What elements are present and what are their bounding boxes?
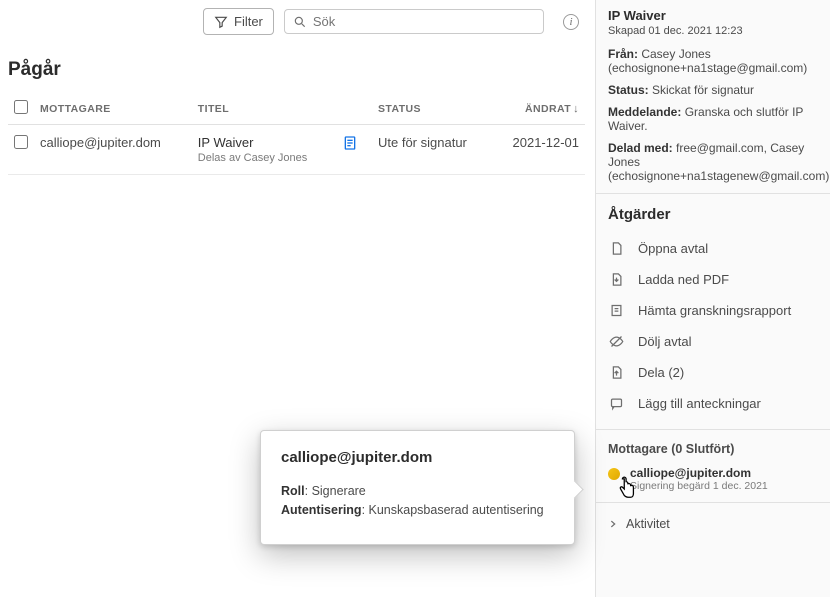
recipient-date: Signering begärd 1 dec. 2021: [630, 480, 768, 492]
sort-arrow-icon: ↓: [573, 103, 579, 115]
filter-button[interactable]: Filter: [203, 8, 274, 35]
col-modified[interactable]: ÄNDRAT↓: [492, 93, 585, 125]
download-icon: [608, 272, 624, 287]
eye-off-icon: [608, 334, 624, 349]
document-icon: [342, 135, 366, 151]
cell-modified: 2021-12-01: [492, 125, 585, 175]
recipient-email: calliope@jupiter.dom: [630, 466, 768, 480]
select-all-checkbox[interactable]: [14, 100, 28, 114]
status-dot-icon: [608, 468, 620, 480]
col-status[interactable]: STATUS: [372, 93, 492, 125]
tooltip-role: Roll: Signerare: [281, 484, 554, 498]
action-download[interactable]: Ladda ned PDF: [608, 264, 818, 295]
recipient-tooltip: calliope@jupiter.dom Roll: Signerare Aut…: [260, 430, 575, 545]
funnel-icon: [214, 15, 228, 29]
search-input[interactable]: [313, 14, 535, 29]
actions-heading: Åtgärder: [608, 206, 818, 223]
note-icon: [608, 396, 624, 411]
action-hide[interactable]: Dölj avtal: [608, 326, 818, 357]
tooltip-auth: Autentisering: Kunskapsbaserad autentise…: [281, 503, 554, 517]
section-heading: Pågår: [8, 59, 585, 81]
col-recipient[interactable]: MOTTAGARE: [34, 93, 192, 125]
cell-title: IP Waiver Delas av Casey Jones: [192, 125, 336, 175]
info-icon[interactable]: i: [563, 14, 579, 30]
cell-recipient: calliope@jupiter.dom: [34, 125, 192, 175]
row-checkbox[interactable]: [14, 135, 28, 149]
detail-panel: IP Waiver Skapad 01 dec. 2021 12:23 Från…: [595, 0, 830, 597]
search-field[interactable]: [284, 9, 544, 34]
filter-label: Filter: [234, 14, 263, 29]
detail-title: IP Waiver: [608, 8, 818, 23]
detail-message: Meddelande: Granska och slutför IP Waive…: [608, 105, 818, 133]
tooltip-email: calliope@jupiter.dom: [281, 449, 554, 466]
action-share[interactable]: Dela (2): [608, 357, 818, 388]
action-audit[interactable]: Hämta granskningsrapport: [608, 295, 818, 326]
detail-shared: Delad med: free@gmail.com, Casey Jones (…: [608, 141, 818, 183]
report-icon: [608, 303, 624, 318]
recipients-heading: Mottagare (0 Slutfört): [608, 442, 818, 456]
detail-from: Från: Casey Jones (echosignone+na1stage@…: [608, 47, 818, 75]
cell-status: Ute för signatur: [372, 125, 492, 175]
action-notes[interactable]: Lägg till anteckningar: [608, 388, 818, 419]
document-outline-icon: [608, 241, 624, 256]
activity-toggle[interactable]: Aktivitet: [608, 513, 818, 535]
detail-created: Skapad 01 dec. 2021 12:23: [608, 25, 818, 37]
search-icon: [293, 15, 307, 29]
detail-status: Status: Skickat för signatur: [608, 83, 818, 97]
chevron-right-icon: [608, 519, 618, 529]
recipient-item[interactable]: calliope@jupiter.dom Signering begärd 1 …: [608, 466, 818, 492]
table-row[interactable]: calliope@jupiter.dom IP Waiver Delas av …: [8, 125, 585, 175]
col-title[interactable]: TITEL: [192, 93, 336, 125]
action-open[interactable]: Öppna avtal: [608, 233, 818, 264]
agreements-table: MOTTAGARE TITEL STATUS ÄNDRAT↓ calliope@…: [8, 93, 585, 175]
share-icon: [608, 365, 624, 380]
